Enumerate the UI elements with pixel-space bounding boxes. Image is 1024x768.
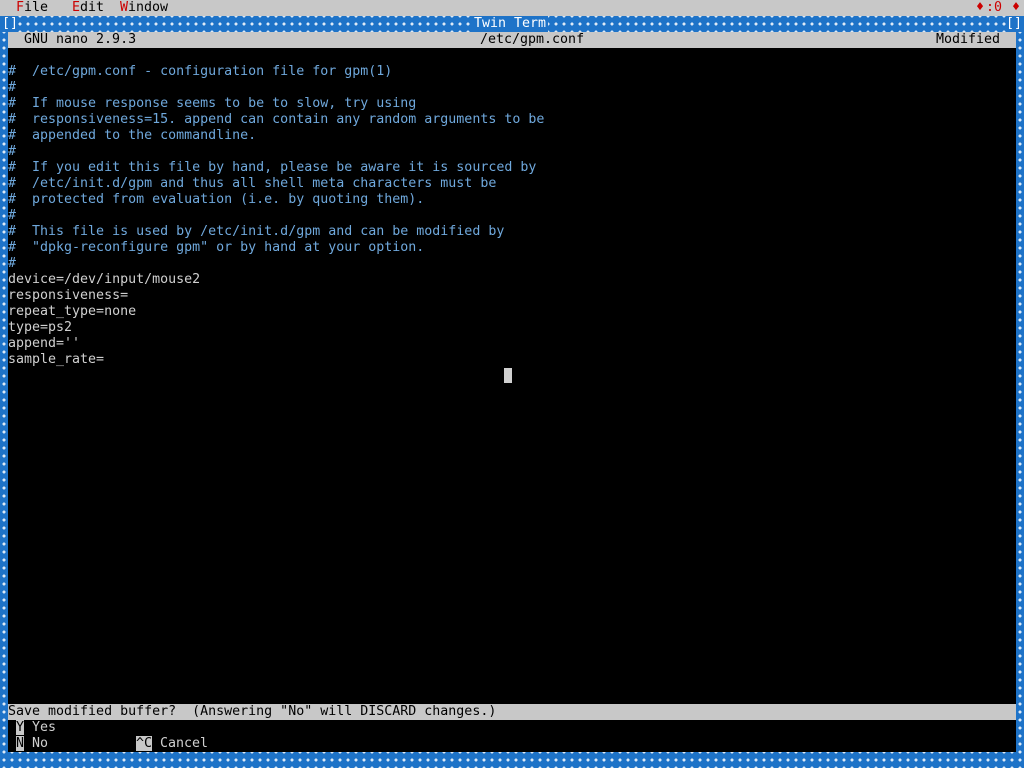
shortcut-no[interactable]: N No (16, 736, 48, 752)
comment-line: # If you edit this file by hand, please … (8, 160, 537, 175)
comment-line: # protected from evaluation (i.e. by quo… (8, 192, 425, 207)
nano-title-bar: GNU nano 2.9.3 /etc/gpm.conf Modified (8, 32, 1016, 48)
config-line: append='' (8, 336, 81, 351)
config-line: type=ps2 (8, 320, 73, 335)
screen-indicator: :0 (985, 0, 1002, 15)
comment-line: # "dpkg-reconfigure gpm" or by hand at y… (8, 240, 425, 255)
diamond-icon: ♦ (975, 0, 984, 15)
text-cursor (504, 368, 512, 383)
prompt-text: Save modified buffer? (Answering "No" wi… (8, 704, 497, 719)
editor-area[interactable]: # /etc/gpm.conf - configuration file for… (8, 48, 1016, 704)
window-maximize-button[interactable]: [] (1005, 16, 1022, 32)
comment-line: # (8, 144, 17, 159)
window-bottom-border[interactable] (0, 752, 1024, 768)
config-line: sample_rate= (8, 352, 105, 367)
window-title: Twin Term (472, 16, 549, 32)
diamond-icon: ♦ (1011, 0, 1020, 15)
nano-version: GNU nano 2.9.3 (24, 32, 137, 47)
menu-window[interactable]: Window (120, 0, 168, 16)
comment-line: # responsiveness=15. append can contain … (8, 112, 545, 127)
shortcut-yes[interactable]: Y Yes (16, 720, 56, 736)
comment-line: # (8, 256, 17, 271)
config-line: responsiveness= (8, 288, 129, 303)
modified-status: Modified (936, 32, 1001, 47)
comment-line: # (8, 80, 17, 95)
menu-file[interactable]: File (16, 0, 48, 16)
comment-line: # /etc/init.d/gpm and thus all shell met… (8, 176, 497, 191)
comment-line: # (8, 208, 17, 223)
shortcut-cancel[interactable]: ^C Cancel (136, 736, 208, 752)
window-right-border[interactable] (1016, 32, 1024, 752)
comment-line: # If mouse response seems to be to slow,… (8, 96, 417, 111)
comment-line: # This file is used by /etc/init.d/gpm a… (8, 224, 505, 239)
config-line: repeat_type=none (8, 304, 137, 319)
shortcut-label: Cancel (160, 736, 209, 751)
twin-menubar: File Edit Window :0 ♦ ♦ (0, 0, 1024, 16)
shortcut-label: No (32, 736, 49, 751)
window-title-bar[interactable]: [] Twin Term [] (0, 16, 1024, 32)
save-prompt: Save modified buffer? (Answering "No" wi… (8, 704, 1016, 720)
shortcut-key: Y (16, 720, 25, 735)
menu-edit[interactable]: Edit (72, 0, 104, 16)
window-close-button[interactable]: [] (2, 16, 19, 32)
file-name: /etc/gpm.conf (480, 32, 585, 47)
shortcut-label: Yes (32, 720, 57, 735)
comment-line: # appended to the commandline. (8, 128, 257, 143)
window-left-border[interactable] (0, 32, 8, 752)
shortcut-key: N (16, 736, 25, 751)
shortcut-key: ^C (136, 736, 153, 751)
config-line: device=/dev/input/mouse2 (8, 272, 201, 287)
comment-line: # /etc/gpm.conf - configuration file for… (8, 64, 393, 79)
